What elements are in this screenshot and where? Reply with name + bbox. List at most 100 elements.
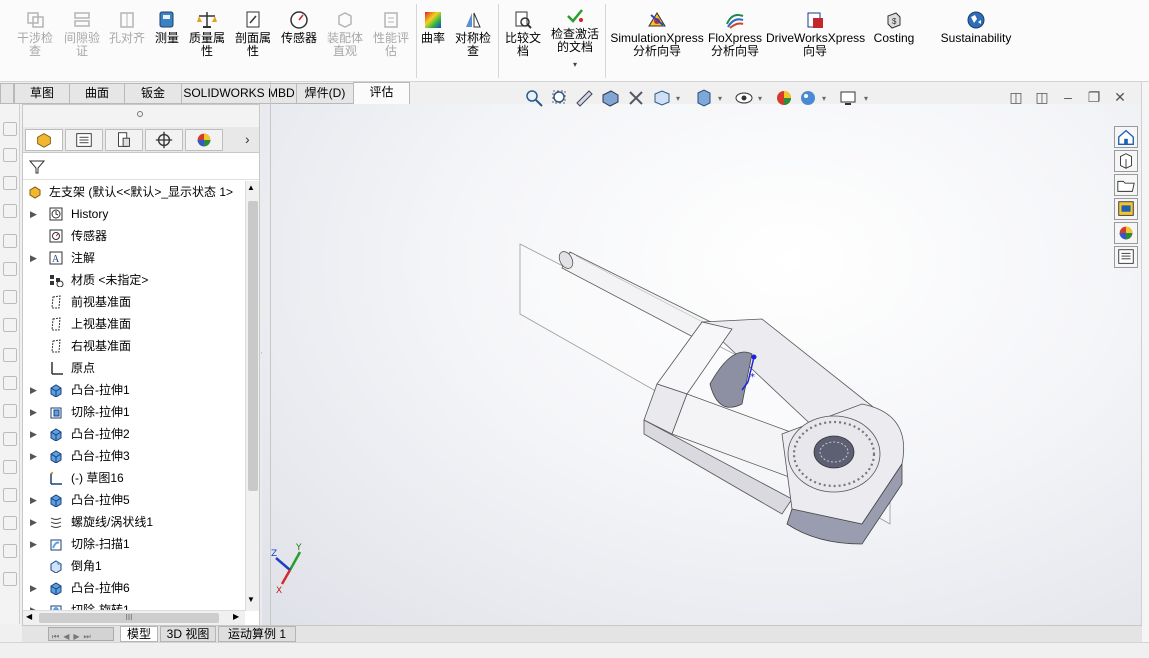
view-orientation-icon[interactable] <box>652 88 672 108</box>
view-orientation-dropdown-icon[interactable]: ▾ <box>676 94 680 103</box>
panel-tabs-more-icon[interactable]: › <box>245 131 250 147</box>
strip-icon[interactable] <box>3 488 17 502</box>
clearance-verification-button[interactable]: 间隙验 证 <box>60 10 104 58</box>
strip-icon[interactable] <box>3 572 17 586</box>
strip-icon[interactable] <box>3 348 17 362</box>
previous-view-icon[interactable] <box>574 88 594 108</box>
section-properties-button[interactable]: 剖面属 性 <box>232 10 274 58</box>
tree-item[interactable]: ▶ 螺旋线/涡状线1 <box>23 511 245 533</box>
zoom-to-area-icon[interactable] <box>550 88 570 108</box>
expand-arrow-icon[interactable]: ▶ <box>30 533 37 555</box>
tree-item[interactable]: 原点 <box>23 357 245 379</box>
tab-surfaces[interactable]: 曲面 <box>69 83 125 104</box>
section-view-icon[interactable] <box>600 88 620 108</box>
tree-vertical-scrollbar[interactable]: ▲ ▼ <box>245 181 259 611</box>
scroll-left-icon[interactable]: ◀ <box>26 612 32 621</box>
expand-arrow-icon[interactable]: ▶ <box>30 577 37 599</box>
display-manager-tab[interactable] <box>185 129 223 151</box>
view-settings-icon[interactable] <box>838 88 858 108</box>
dropdown-arrow-icon[interactable]: ▾ <box>548 58 602 71</box>
scroll-up-icon[interactable]: ▲ <box>247 183 255 192</box>
tree-filter-bar[interactable] <box>23 154 259 180</box>
hole-alignment-button[interactable]: 孔对齐 <box>106 10 148 45</box>
strip-icon[interactable] <box>3 318 17 332</box>
task-pane-custom-properties[interactable] <box>1114 246 1138 268</box>
tab-motion-study[interactable]: 运动算例 1 <box>218 626 296 642</box>
expand-arrow-icon[interactable]: ▶ <box>30 445 37 467</box>
hscroll-thumb[interactable]: III <box>39 613 219 623</box>
apply-scene-icon[interactable] <box>798 88 818 108</box>
strip-icon[interactable] <box>3 122 17 136</box>
tree-item[interactable]: 前视基准面 <box>23 291 245 313</box>
simulationxpress-button[interactable]: SimulationXpress 分析向导 <box>610 10 704 58</box>
hide-show-items-icon[interactable] <box>734 88 754 108</box>
expand-arrow-icon[interactable]: ▶ <box>30 203 37 225</box>
tree-item[interactable]: (-) 草图16 <box>23 467 245 489</box>
tab-hidden[interactable] <box>0 83 14 104</box>
expand-arrow-icon[interactable]: ▶ <box>30 489 37 511</box>
measure-button[interactable]: 测量 <box>150 10 184 45</box>
interference-detection-button[interactable]: 干涉检 查 <box>14 10 56 58</box>
tab-navigation-arrows[interactable]: ⏮◀▶⏭ <box>48 627 114 641</box>
tab-3d-views[interactable]: 3D 视图 <box>160 626 216 642</box>
task-pane-view-palette[interactable] <box>1114 198 1138 220</box>
minimize-icon[interactable]: – <box>1059 88 1077 106</box>
strip-icon[interactable] <box>3 204 17 218</box>
restore-icon[interactable]: ❐ <box>1085 88 1103 106</box>
mass-properties-button[interactable]: 质量属 性 <box>186 10 228 58</box>
expand-arrow-icon[interactable]: ▶ <box>30 511 37 533</box>
dynamic-annotation-icon[interactable] <box>626 88 646 108</box>
strip-icon[interactable] <box>3 404 17 418</box>
curvature-button[interactable]: 曲率 <box>418 10 448 45</box>
strip-icon[interactable] <box>3 148 17 162</box>
strip-icon[interactable] <box>3 262 17 276</box>
tree-horizontal-scrollbar[interactable]: ◀ III ▶ <box>23 610 245 625</box>
tab-sheet-metal[interactable]: 钣金 <box>124 83 182 104</box>
expand-arrow-icon[interactable]: ▶ <box>30 247 37 269</box>
nav-arrows-icon[interactable]: ⏮◀▶⏭ <box>49 632 95 641</box>
close-icon[interactable]: ✕ <box>1111 88 1129 106</box>
tree-root[interactable]: 左支架 (默认<<默认>_显示状态 1> <box>23 181 245 203</box>
strip-icon[interactable] <box>3 432 17 446</box>
task-pane-design-library[interactable] <box>1114 150 1138 172</box>
tree-item[interactable]: ▶ 切除-拉伸1 <box>23 401 245 423</box>
floxpress-button[interactable]: FloXpress 分析向导 <box>706 10 764 58</box>
tree-item[interactable]: ▶ 凸台-拉伸3 <box>23 445 245 467</box>
expand-arrow-icon[interactable]: ▶ <box>30 379 37 401</box>
hide-show-dropdown-icon[interactable]: ▾ <box>758 94 762 103</box>
tree-item[interactable]: 倒角1 <box>23 555 245 577</box>
task-pane-home[interactable] <box>1114 126 1138 148</box>
scroll-down-icon[interactable]: ▼ <box>247 595 255 604</box>
performance-evaluation-button[interactable]: 性能评 估 <box>370 10 412 58</box>
tree-item[interactable]: ▶ 凸台-拉伸2 <box>23 423 245 445</box>
tree-item[interactable]: ▶ A 注解 <box>23 247 245 269</box>
tab-mbd[interactable]: SOLIDWORKS MBD <box>181 83 297 104</box>
expand-arrow-icon[interactable]: ▶ <box>30 423 37 445</box>
tree-item[interactable]: 传感器 <box>23 225 245 247</box>
compare-documents-button[interactable]: 比较文 档 <box>502 10 544 58</box>
tab-model[interactable]: 模型 <box>120 626 158 642</box>
model-viewport[interactable]: * Y Z X <box>262 104 1142 626</box>
tab-evaluate[interactable]: 评估 <box>353 82 410 104</box>
configurationmanager-tab[interactable] <box>105 129 143 151</box>
zoom-to-fit-icon[interactable] <box>524 88 544 108</box>
tree-item[interactable]: 上视基准面 <box>23 313 245 335</box>
symmetry-check-button[interactable]: 对称检 查 <box>452 10 494 58</box>
strip-icon[interactable] <box>3 176 17 190</box>
task-pane-file-explorer[interactable] <box>1114 174 1138 196</box>
tree-item[interactable]: 右视基准面 <box>23 335 245 357</box>
view-settings-dropdown-icon[interactable]: ▾ <box>864 94 868 103</box>
tab-sketch[interactable]: 草图 <box>14 83 70 104</box>
propertymanager-tab[interactable] <box>65 129 103 151</box>
tree-item[interactable]: ▶ 切除-扫描1 <box>23 533 245 555</box>
task-pane-appearances[interactable] <box>1114 222 1138 244</box>
sensor-button[interactable]: 传感器 <box>278 10 320 45</box>
graphics-area[interactable]: * Y Z X <box>262 104 1142 626</box>
strip-icon[interactable] <box>3 376 17 390</box>
costing-button[interactable]: $ Costing <box>868 10 920 45</box>
assembly-visualization-button[interactable]: 装配体 直观 <box>324 10 366 58</box>
dimxpert-tab[interactable] <box>145 129 183 151</box>
strip-icon[interactable] <box>3 290 17 304</box>
display-style-dropdown-icon[interactable]: ▾ <box>718 94 722 103</box>
tree-item[interactable]: ▶ 凸台-拉伸1 <box>23 379 245 401</box>
